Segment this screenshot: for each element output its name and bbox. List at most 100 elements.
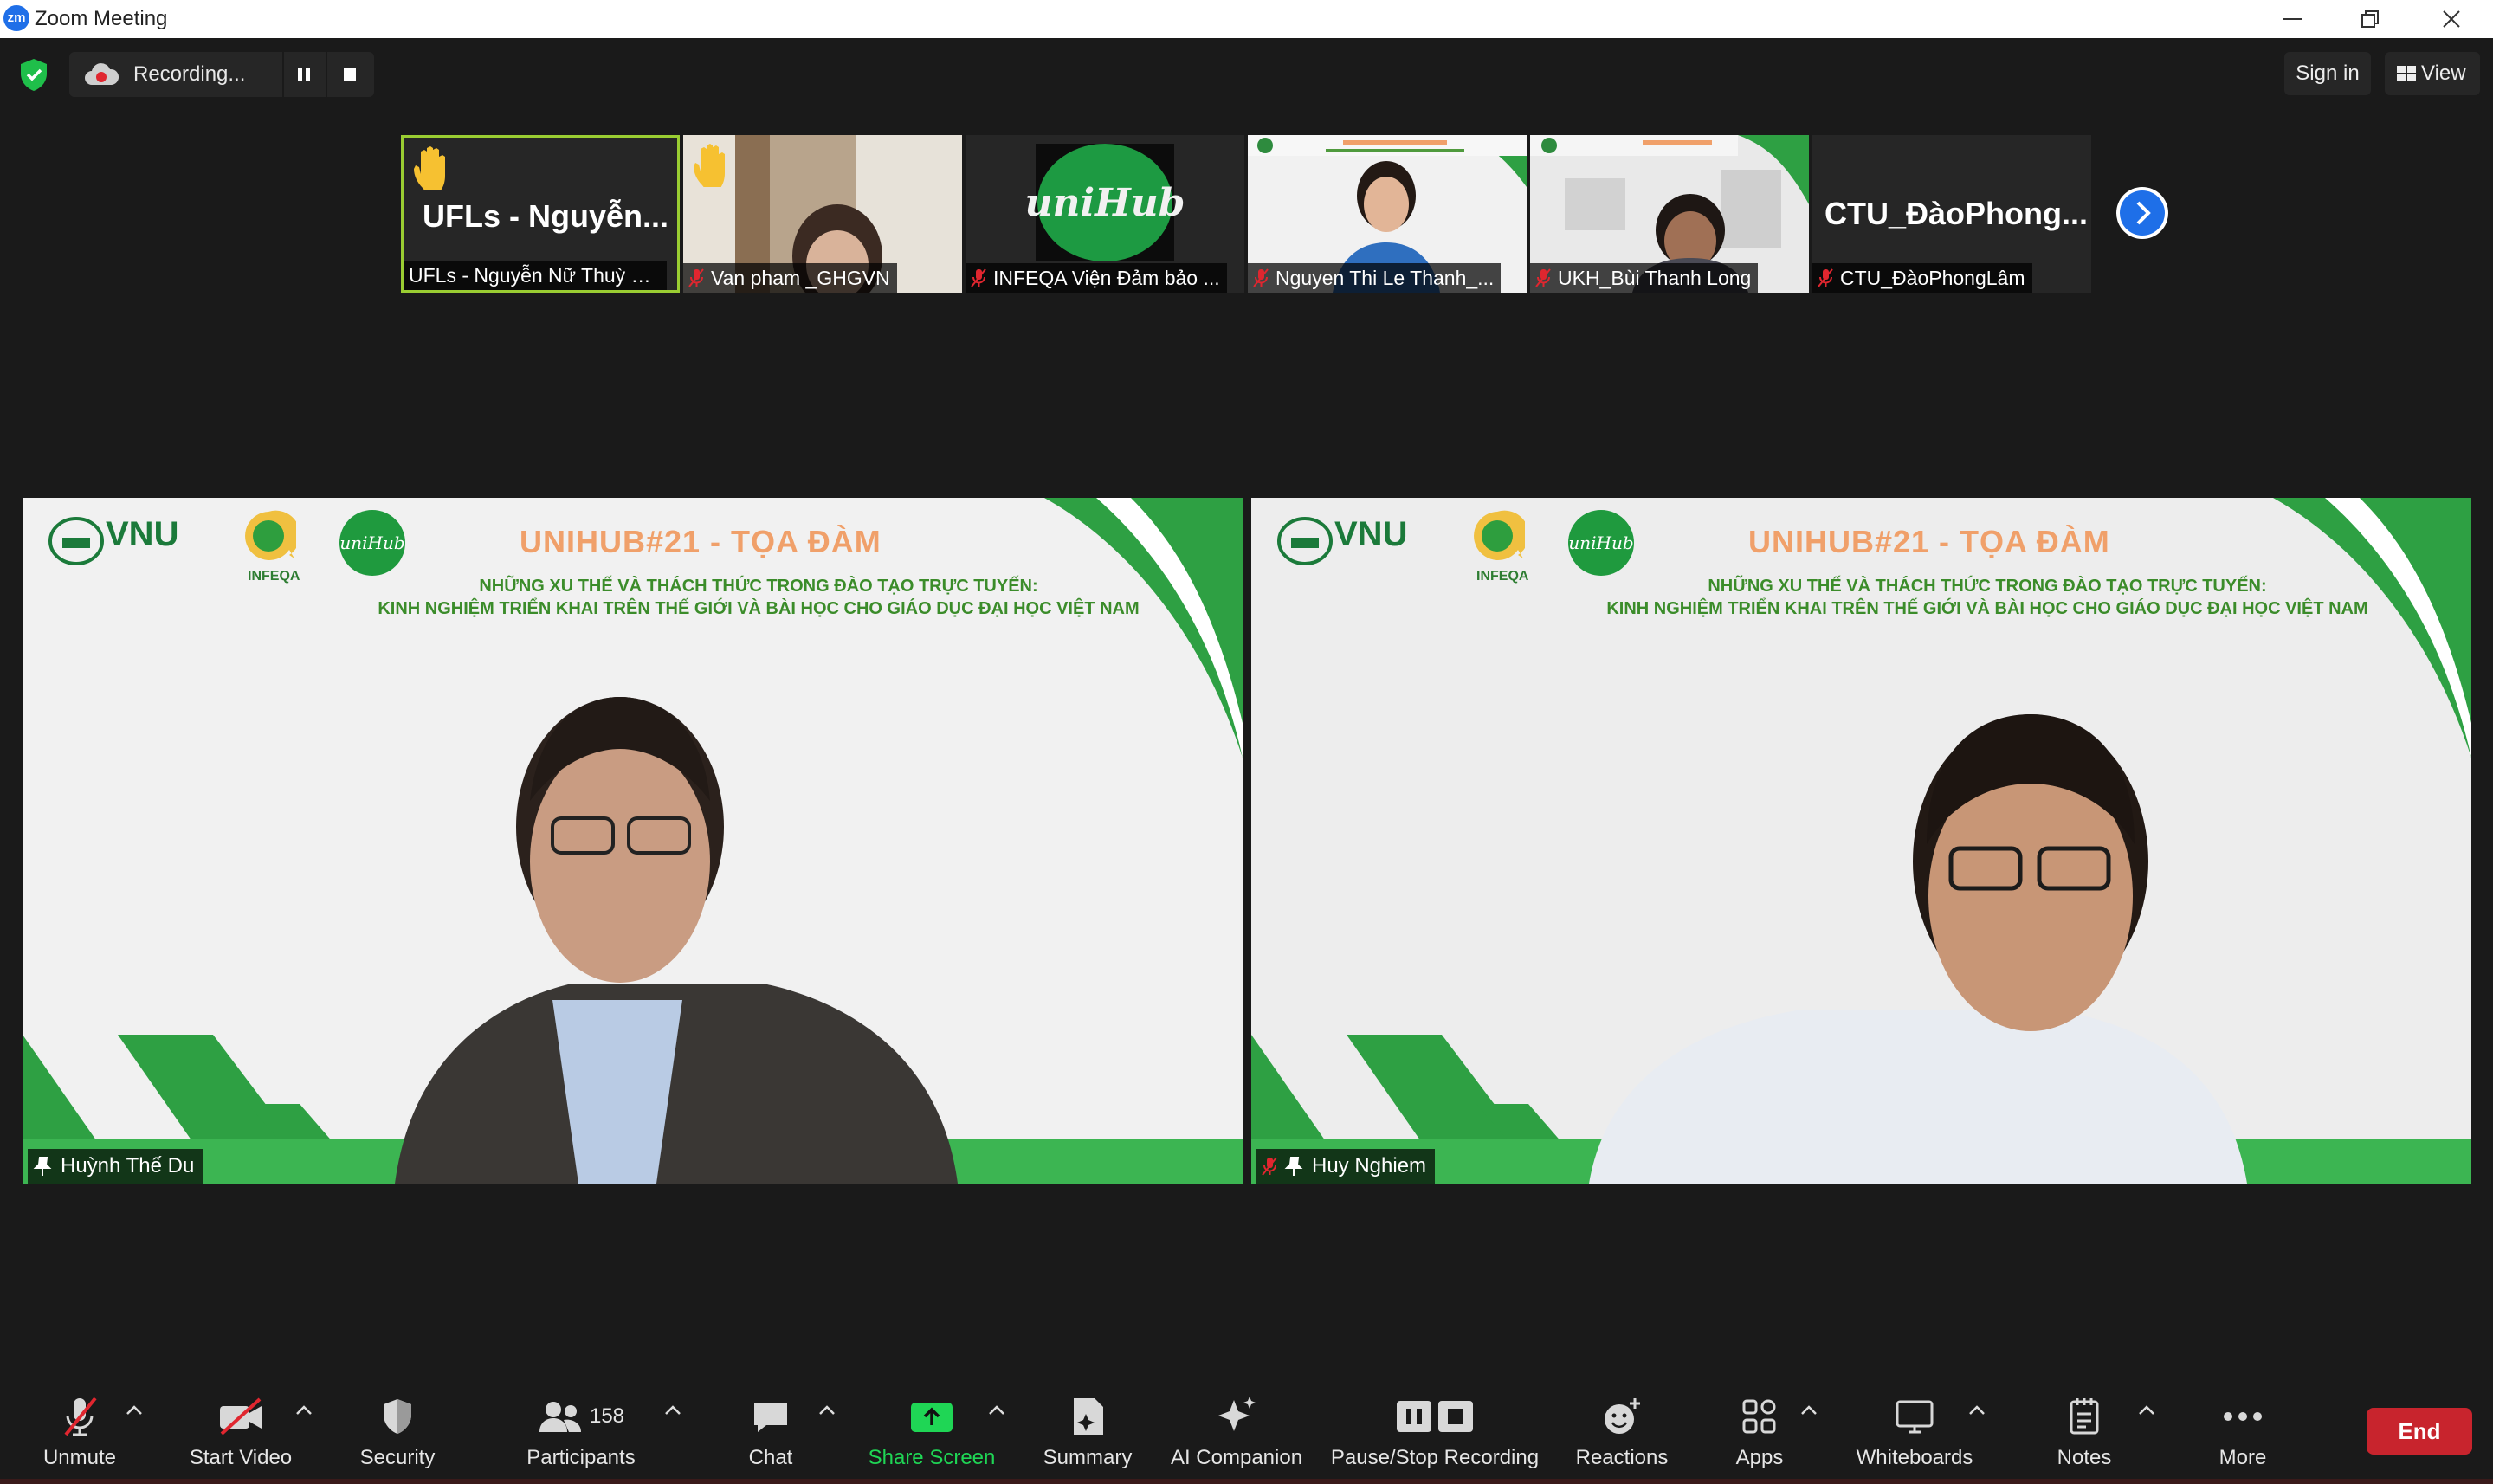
- speaker-video-tile[interactable]: VNU INFEQA uniHub UNIHUB#21 - TỌA ĐÀM NH…: [23, 498, 1243, 1184]
- participant-thumbnail[interactable]: UFLs - Nguyễn... UFLs - Nguyễn Nữ Thuỳ U…: [401, 135, 680, 293]
- banner-subtitle-1: NHỮNG XU THẾ VÀ THÁCH THỨC TRONG ĐÀO TẠO…: [479, 577, 1038, 596]
- video-options-chevron-up-icon[interactable]: [294, 1404, 313, 1416]
- minimize-button[interactable]: [2253, 0, 2331, 38]
- participant-name: Van pham _GHGVN: [711, 266, 890, 289]
- participant-thumbnail[interactable]: uniHub INFEQA Viện Đảm bảo ...: [966, 135, 1244, 293]
- close-icon: [2443, 10, 2460, 28]
- banner-title: UNIHUB#21 - TỌA ĐÀM: [520, 524, 882, 559]
- participants-label: Participants: [526, 1446, 636, 1469]
- participant-thumbnail[interactable]: Van pham _GHGVN: [683, 135, 962, 293]
- participant-thumbnail[interactable]: Nguyen Thi Le Thanh_...: [1248, 135, 1527, 293]
- unmute-label: Unmute: [42, 1446, 117, 1469]
- recording-label: Recording...: [133, 62, 246, 86]
- reactions-label: Reactions: [1575, 1446, 1669, 1469]
- recording-indicator: Recording...: [69, 52, 374, 97]
- whiteboards-label: Whiteboards: [1856, 1446, 1973, 1469]
- notes-button[interactable]: Notes: [2045, 1375, 2123, 1484]
- participant-display-name: UFLs - Nguyễn...: [423, 198, 669, 234]
- notes-options-chevron-up-icon[interactable]: [2137, 1404, 2156, 1416]
- unihub-logo: uniHub: [1024, 144, 1185, 261]
- view-label: View: [2421, 61, 2466, 85]
- notes-label: Notes: [2057, 1446, 2112, 1469]
- participants-button[interactable]: 158 Participants: [516, 1375, 646, 1484]
- window-title: Zoom Meeting: [35, 7, 168, 30]
- apps-options-chevron-up-icon[interactable]: [1799, 1404, 1818, 1416]
- raised-hand-icon: [694, 144, 725, 187]
- grid-view-icon: [2397, 66, 2416, 81]
- next-page-button[interactable]: [2116, 187, 2168, 239]
- close-window-button[interactable]: [2412, 0, 2490, 38]
- muted-mic-icon: [1253, 268, 1269, 287]
- summary-document-icon: [1074, 1398, 1103, 1435]
- smiley-reaction-icon: [1605, 1398, 1640, 1434]
- share-options-chevron-up-icon[interactable]: [987, 1404, 1006, 1416]
- meeting-top-bar: Recording... Sign in View: [0, 38, 2493, 133]
- view-button[interactable]: View: [2385, 52, 2480, 95]
- vnu-logo: VNU: [1334, 515, 1408, 553]
- chevron-right-icon: [2120, 190, 2165, 236]
- minimize-icon: [2283, 18, 2302, 20]
- ai-companion-label: AI Companion: [1170, 1446, 1303, 1469]
- participant-name: INFEQA Viện Đảm bảo ...: [993, 266, 1220, 289]
- stop-recording-button[interactable]: [326, 52, 372, 97]
- more-button[interactable]: More: [2206, 1375, 2279, 1484]
- unihub-logo: uniHub: [1568, 510, 1634, 576]
- sign-in-button[interactable]: Sign in: [2284, 52, 2371, 95]
- chat-button[interactable]: Chat: [727, 1375, 814, 1484]
- whiteboards-button[interactable]: Whiteboards: [1850, 1375, 1980, 1484]
- apps-label: Apps: [1735, 1446, 1784, 1469]
- speaker-name-bar: Huỳnh Thế Du: [28, 1149, 203, 1184]
- pause-recording-button[interactable]: [282, 52, 324, 97]
- audio-options-chevron-up-icon[interactable]: [125, 1404, 144, 1416]
- whiteboard-icon: [1896, 1400, 1934, 1434]
- participant-name-bar: CTU_ĐàoPhongLâm: [1812, 263, 2032, 293]
- restore-button[interactable]: [2331, 0, 2409, 38]
- participant-name-bar: UFLs - Nguyễn Nữ Thuỳ U...: [404, 261, 667, 290]
- video-off-icon: [220, 1397, 262, 1436]
- more-dots-icon: [2224, 1412, 2262, 1421]
- participant-name-bar: Van pham _GHGVN: [683, 263, 897, 293]
- reactions-button[interactable]: Reactions: [1569, 1375, 1675, 1484]
- shield-icon: [384, 1399, 411, 1434]
- chat-bubble-icon: [754, 1403, 787, 1432]
- participant-thumbnail[interactable]: UKH_Bùi Thanh Long: [1530, 135, 1809, 293]
- speaker-video-tile[interactable]: VNU INFEQA uniHub UNIHUB#21 - TỌA ĐÀM NH…: [1251, 498, 2471, 1184]
- pin-icon: [33, 1157, 52, 1176]
- banner-subtitle-2: KINH NGHIỆM TRIỂN KHAI TRÊN THẾ GIỚI VÀ …: [1606, 599, 2368, 618]
- zoom-app-icon: zm: [3, 5, 29, 31]
- participant-name: UKH_Bùi Thanh Long: [1558, 266, 1752, 289]
- unmute-button[interactable]: Unmute: [35, 1375, 125, 1484]
- vnu-emblem-icon: [48, 517, 104, 565]
- muted-mic-icon: [1262, 1157, 1277, 1176]
- participant-name-bar: UKH_Bùi Thanh Long: [1530, 263, 1759, 293]
- ai-companion-button[interactable]: AI Companion: [1167, 1375, 1306, 1484]
- summary-label: Summary: [1043, 1446, 1133, 1469]
- encryption-shield-icon[interactable]: [17, 57, 50, 92]
- chat-options-chevron-up-icon[interactable]: [817, 1404, 836, 1416]
- speaker-name-bar: Huy Nghiem: [1256, 1149, 1436, 1184]
- participants-options-chevron-up-icon[interactable]: [663, 1404, 682, 1416]
- summary-button[interactable]: Summary: [1036, 1375, 1140, 1484]
- security-button[interactable]: Security: [350, 1375, 445, 1484]
- participant-display-name: CTU_ĐàoPhong...: [1825, 196, 2088, 231]
- pin-icon: [1284, 1157, 1303, 1176]
- end-meeting-button[interactable]: End: [2367, 1408, 2472, 1455]
- muted-mic-icon: [1535, 268, 1551, 287]
- infeqa-emblem-icon: [245, 510, 296, 560]
- whiteboards-options-chevron-up-icon[interactable]: [1967, 1404, 1986, 1416]
- share-screen-button[interactable]: Share Screen: [862, 1375, 1001, 1484]
- participant-name-bar: Nguyen Thi Le Thanh_...: [1248, 263, 1502, 293]
- speaker-name: Huy Nghiem: [1312, 1154, 1427, 1178]
- more-label: More: [2219, 1446, 2267, 1469]
- participant-name-bar: INFEQA Viện Đảm bảo ...: [966, 263, 1227, 293]
- cloud-recording-icon: [85, 63, 119, 85]
- banner-subtitle-2: KINH NGHIỆM TRIỂN KHAI TRÊN THẾ GIỚI VÀ …: [378, 599, 1140, 618]
- participant-thumbnail[interactable]: CTU_ĐàoPhong... CTU_ĐàoPhongLâm: [1812, 135, 2091, 293]
- infeqa-logo: INFEQA: [1476, 569, 1529, 584]
- vnu-emblem-icon: [1277, 517, 1333, 565]
- apps-button[interactable]: Apps: [1723, 1375, 1796, 1484]
- unihub-logo: uniHub: [339, 510, 405, 576]
- apps-icon: [1742, 1399, 1776, 1434]
- pause-stop-recording-button[interactable]: Pause/Stop Recording: [1330, 1375, 1540, 1484]
- start-video-button[interactable]: Start Video: [180, 1375, 301, 1484]
